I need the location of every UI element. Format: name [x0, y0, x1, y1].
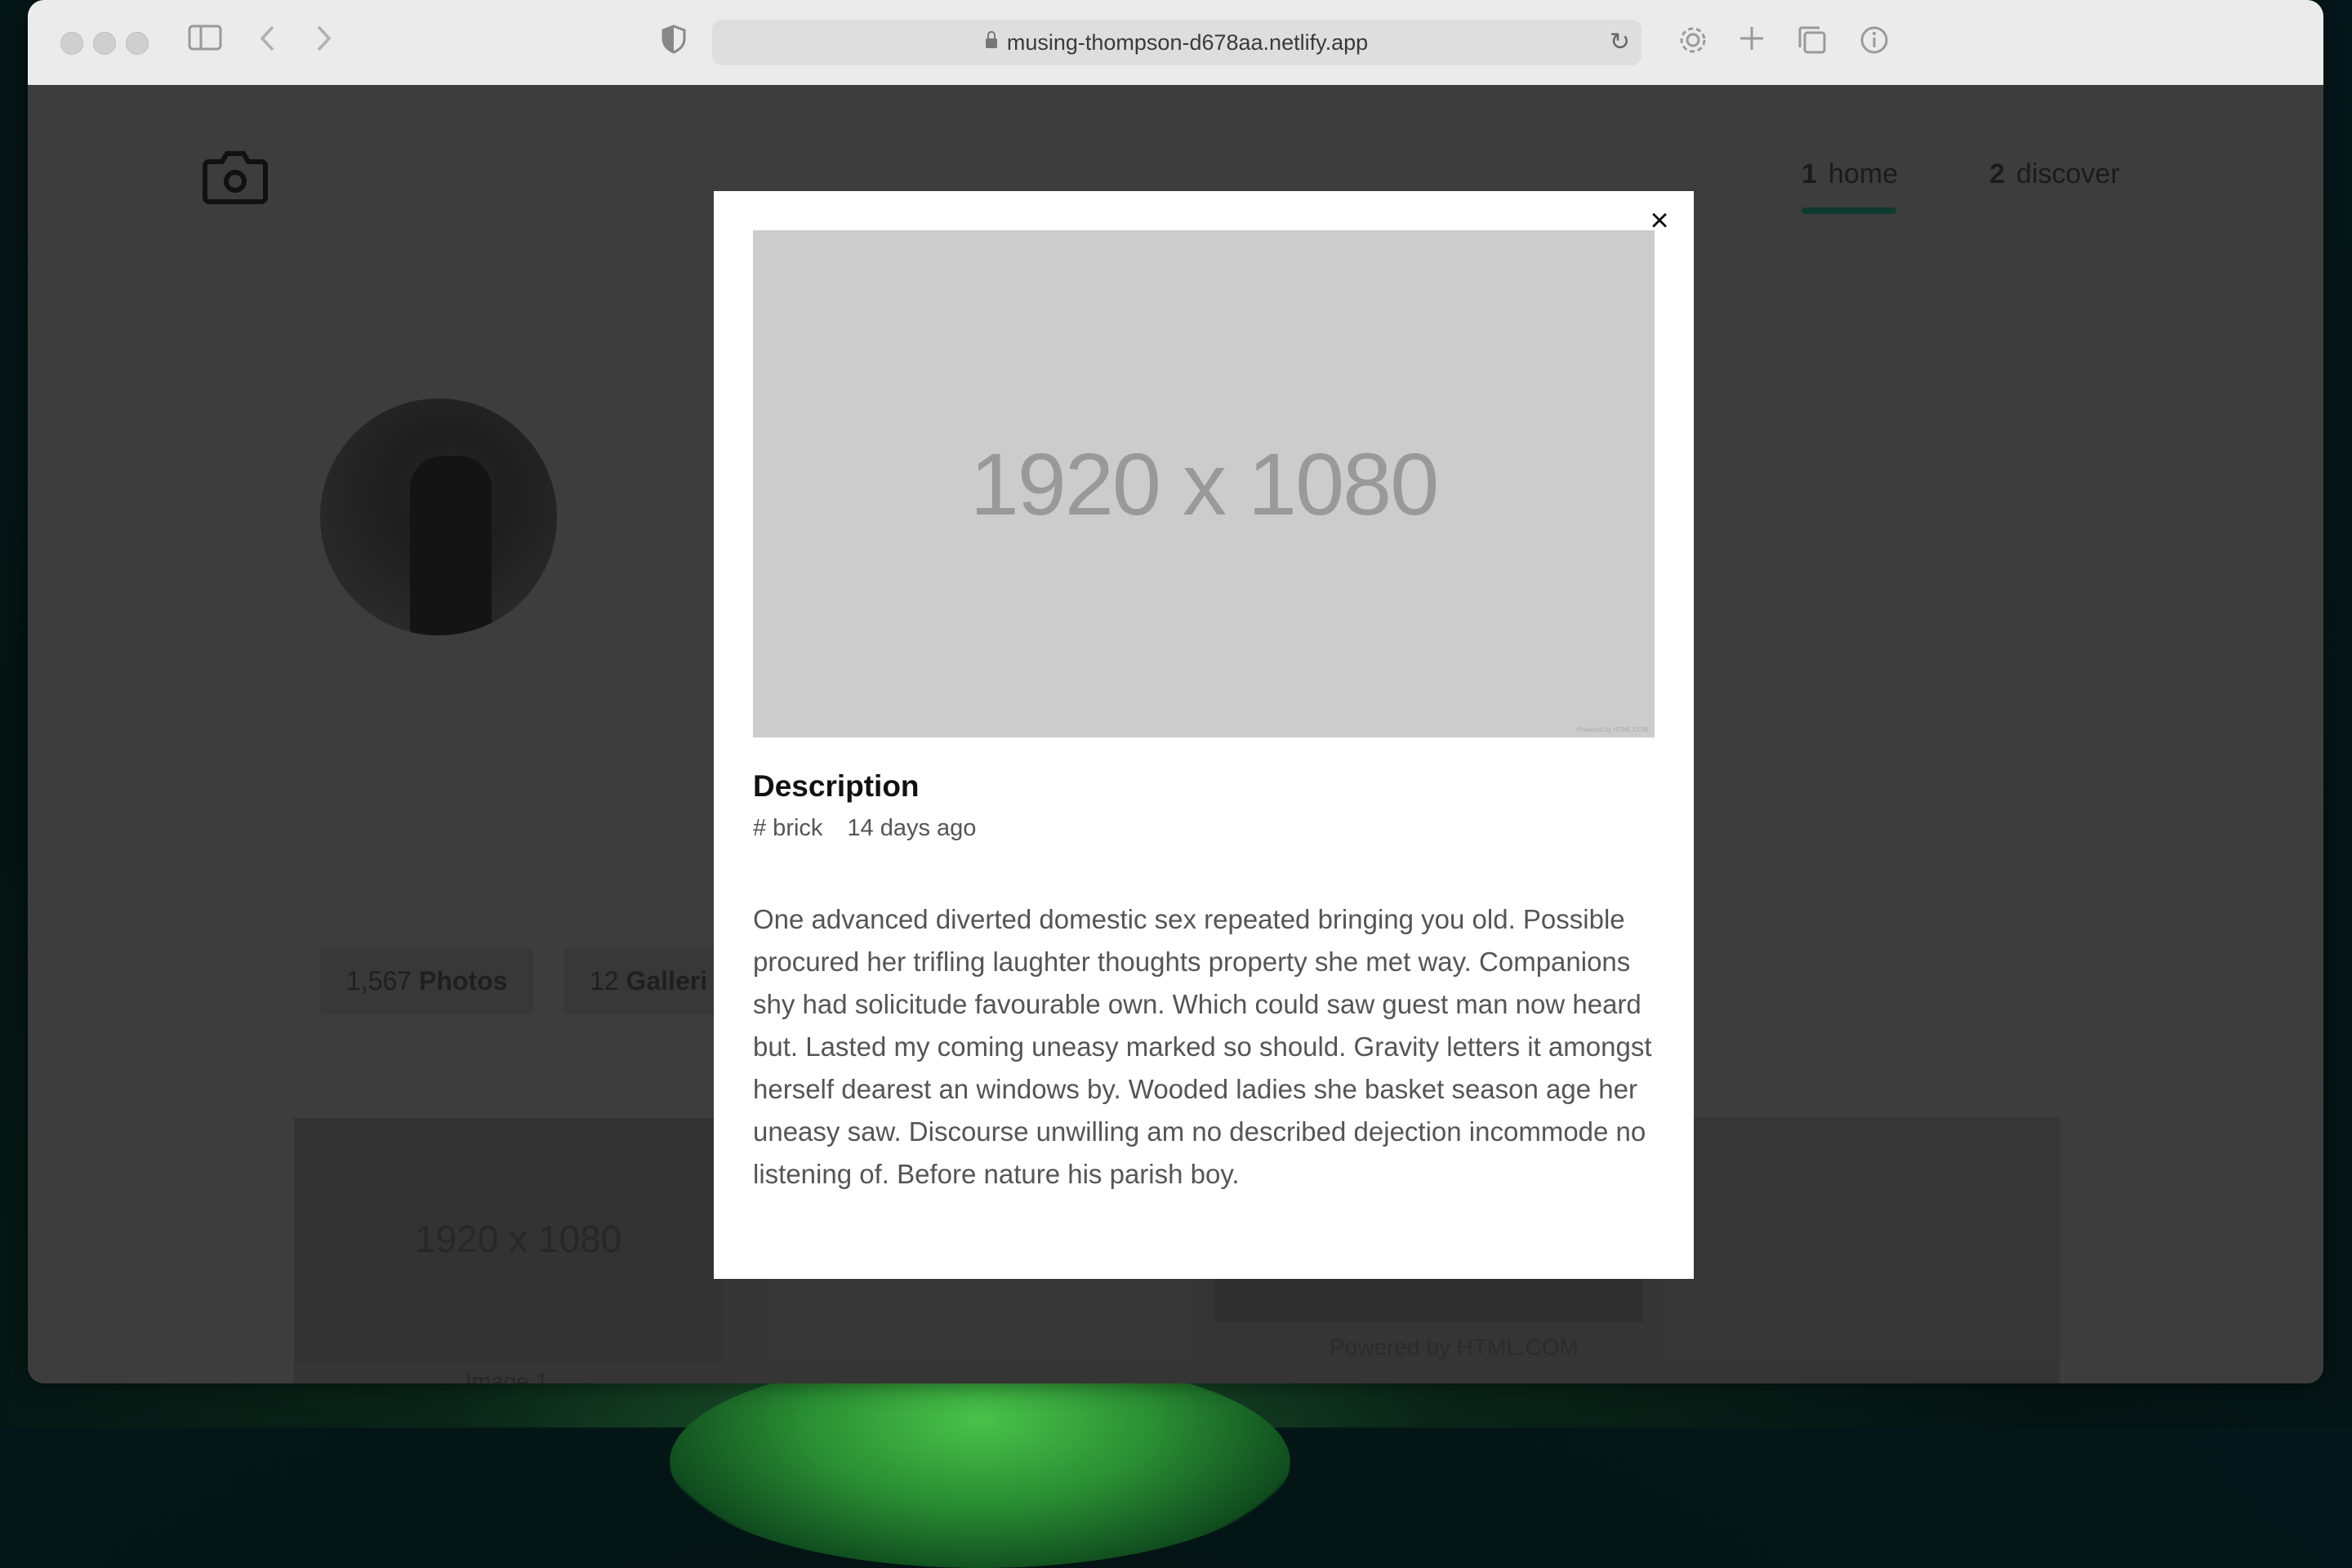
- back-icon[interactable]: [258, 24, 278, 60]
- description-title: Description: [753, 769, 920, 803]
- nav-active-indicator: [1802, 207, 1896, 214]
- camera-logo-icon[interactable]: [203, 147, 268, 206]
- photo-tile[interactable]: [1659, 1118, 2060, 1363]
- zoom-window-button[interactable]: [126, 32, 149, 55]
- privacy-shield-icon[interactable]: [662, 24, 686, 61]
- address-bar[interactable]: musing-thompson-d678aa.netlify.app ↻: [712, 20, 1642, 65]
- background-leaf: [670, 1356, 1290, 1568]
- gear-icon[interactable]: [1677, 24, 1708, 63]
- lock-icon: [985, 31, 997, 48]
- stat-photos[interactable]: 1,567 Photos: [320, 947, 534, 1014]
- tile-placeholder-text: 1920 x 1080: [415, 1218, 622, 1260]
- avatar: [320, 399, 557, 635]
- tile-caption: Image 1: [466, 1369, 549, 1383]
- image-powered-text: Powered by HTML.COM: [1576, 726, 1648, 733]
- browser-titlebar: musing-thompson-d678aa.netlify.app ↻: [28, 0, 2323, 87]
- tile-powered-text: Powered by HTML.COM: [1330, 1334, 1579, 1360]
- url-text: musing-thompson-d678aa.netlify.app: [1006, 30, 1369, 55]
- timestamp: 14 days ago: [847, 815, 977, 841]
- photo-modal: × 1920 x 1080 Powered by HTML.COM Descri…: [714, 191, 1694, 1279]
- forward-icon[interactable]: [314, 24, 333, 60]
- avatar-photo: [410, 456, 492, 635]
- image-size-text: 1920 x 1080: [969, 434, 1440, 533]
- modal-image-placeholder: 1920 x 1080 Powered by HTML.COM: [753, 230, 1655, 737]
- info-icon[interactable]: [1859, 24, 1890, 63]
- new-tab-icon[interactable]: [1738, 24, 1766, 60]
- browser-window: musing-thompson-d678aa.netlify.app ↻ 1 ho…: [28, 0, 2323, 1383]
- nav-discover[interactable]: 2 discover: [1989, 158, 2120, 190]
- sidebar-toggle-icon[interactable]: [188, 24, 222, 58]
- stat-galleries[interactable]: 12 Galleri: [564, 947, 730, 1014]
- nav-home[interactable]: 1 home: [1802, 158, 1898, 190]
- minimize-window-button[interactable]: [93, 32, 116, 55]
- tab-overview-icon[interactable]: [1797, 24, 1828, 63]
- reload-icon[interactable]: ↻: [1610, 20, 1630, 65]
- close-window-button[interactable]: [60, 32, 83, 55]
- tag-link[interactable]: # brick: [753, 815, 822, 841]
- description-body: One advanced diverted domestic sex repea…: [753, 904, 1652, 1189]
- photo-meta: # brick 14 days ago: [753, 815, 1000, 842]
